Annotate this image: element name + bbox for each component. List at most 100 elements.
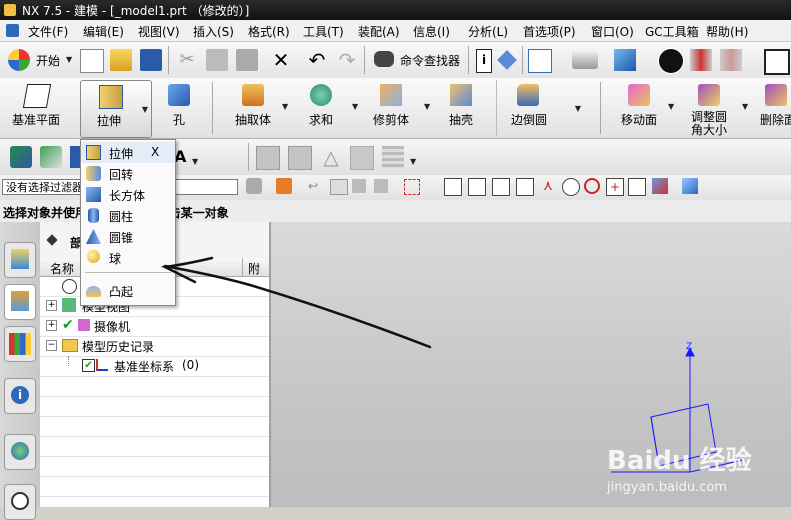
trim-body-dropdown-icon[interactable]: ▼: [424, 102, 430, 111]
snap-line-icon[interactable]: [468, 178, 486, 196]
menu-gc-toolbox[interactable]: GC工具箱: [645, 23, 699, 40]
menu-edit[interactable]: 编辑(E): [83, 23, 124, 40]
sketch-tool-2-icon[interactable]: [40, 146, 62, 168]
part-navigator-tab[interactable]: [4, 284, 36, 320]
sync-pattern-icon[interactable]: [350, 146, 374, 170]
pin-icon[interactable]: [46, 234, 58, 246]
snap-body-icon[interactable]: [682, 178, 698, 194]
menu-app-icon[interactable]: [6, 24, 19, 37]
history-tab[interactable]: [4, 484, 36, 520]
menu-item-emboss[interactable]: 凸起: [81, 280, 175, 301]
expand-plus-icon[interactable]: +: [46, 320, 57, 331]
delete-face-button[interactable]: 删除面: [756, 80, 791, 136]
snap-intersection-icon[interactable]: +: [606, 178, 624, 196]
snap-center-icon[interactable]: [562, 178, 580, 196]
sync-offset-icon[interactable]: [256, 146, 280, 170]
copy-icon[interactable]: [206, 49, 228, 71]
snap-grid-icon[interactable]: [444, 178, 462, 196]
select-tool-6-icon[interactable]: [374, 179, 388, 193]
cut-icon[interactable]: ✂: [176, 49, 198, 71]
col-extra-header[interactable]: 附: [248, 260, 260, 277]
expand-plus-icon[interactable]: +: [46, 300, 57, 311]
sync-layer-icon[interactable]: [382, 146, 404, 168]
select-tool-4-icon[interactable]: [330, 179, 348, 195]
col-name-header[interactable]: 名称: [50, 260, 74, 277]
menu-format[interactable]: 格式(R): [248, 23, 290, 40]
resize-blend-dropdown-icon[interactable]: ▼: [742, 102, 748, 111]
datum-plane-button[interactable]: 基准平面: [4, 80, 68, 136]
save-icon[interactable]: [140, 49, 162, 71]
sync-dropdown-icon[interactable]: ▼: [410, 157, 416, 166]
start-button[interactable]: 开始: [36, 52, 60, 69]
new-file-icon[interactable]: [80, 49, 104, 73]
select-box-icon[interactable]: [404, 179, 420, 195]
hole-button[interactable]: 孔: [156, 80, 202, 136]
fit-view-icon[interactable]: [528, 49, 552, 73]
snap-face-icon[interactable]: [652, 178, 668, 194]
text-tool-dropdown-icon[interactable]: ▼: [192, 157, 198, 166]
menu-view[interactable]: 视图(V): [138, 23, 180, 40]
sketch-tool-1-icon[interactable]: [10, 146, 32, 168]
graphics-window[interactable]: Z Baidu 经验 jingyan.baidu.com: [271, 222, 791, 507]
section-red-icon[interactable]: [690, 49, 712, 71]
extrude-button[interactable]: 拉伸 ▼: [80, 80, 152, 138]
window-icon[interactable]: [764, 49, 790, 75]
menu-information[interactable]: 信息(I): [413, 23, 450, 40]
menu-item-block[interactable]: 长方体: [81, 184, 175, 205]
render-style-icon[interactable]: [572, 51, 598, 69]
collapse-minus-icon[interactable]: −: [46, 340, 57, 351]
extract-body-button[interactable]: 抽取体: [222, 80, 284, 136]
menu-item-revolve[interactable]: 回转: [81, 163, 175, 184]
edit-object-icon[interactable]: [497, 50, 517, 70]
menu-assembly[interactable]: 装配(A): [358, 23, 400, 40]
menu-insert[interactable]: 插入(S): [193, 23, 234, 40]
delete-icon[interactable]: ✕: [270, 49, 292, 71]
start-dropdown-icon[interactable]: ▼: [66, 55, 72, 64]
menu-item-sphere[interactable]: 球: [81, 247, 175, 268]
undo-icon[interactable]: ↶: [306, 49, 328, 71]
paste-icon[interactable]: [236, 49, 258, 71]
edge-blend-button[interactable]: 边倒圆 ▼: [496, 80, 587, 136]
cube-view-icon[interactable]: [614, 49, 636, 71]
menu-preferences[interactable]: 首选项(P): [523, 23, 576, 40]
tree-row-cameras[interactable]: + ✔ 摄像机: [40, 316, 269, 337]
trim-body-button[interactable]: 修剪体: [366, 80, 416, 136]
binoculars-icon[interactable]: [374, 51, 394, 67]
section-grey-icon[interactable]: [720, 49, 742, 71]
snap-point-icon[interactable]: [628, 178, 646, 196]
snap-arc-icon[interactable]: ⋏: [540, 178, 556, 194]
tree-row-model-history[interactable]: − 模型历史记录: [40, 336, 269, 357]
menu-analysis[interactable]: 分析(L): [468, 23, 508, 40]
menu-item-extrude[interactable]: 拉伸 X: [81, 142, 175, 163]
sketch-tool-3-icon[interactable]: [70, 146, 80, 168]
checkbox-checked-icon[interactable]: ✔: [82, 359, 95, 372]
menu-tools[interactable]: 工具(T): [303, 23, 344, 40]
shell-button[interactable]: 抽壳: [438, 80, 484, 136]
snap-midpoint-icon[interactable]: [492, 178, 510, 196]
select-tool-3-icon[interactable]: ↩: [308, 179, 322, 193]
menu-window[interactable]: 窗口(O): [591, 23, 634, 40]
sync-replace-icon[interactable]: [288, 146, 312, 170]
move-face-button[interactable]: 移动面: [612, 80, 666, 136]
tree-row-datum-csys[interactable]: ✔ 基准坐标系 (0): [40, 356, 269, 377]
menu-item-cylinder[interactable]: 圆柱: [81, 205, 175, 226]
menu-file[interactable]: 文件(F): [28, 23, 68, 40]
move-face-dropdown-icon[interactable]: ▼: [668, 102, 674, 111]
menu-item-cone[interactable]: 圆锥: [81, 226, 175, 247]
command-finder-button[interactable]: 命令查找器: [400, 52, 460, 69]
start-icon[interactable]: [8, 49, 30, 71]
open-folder-icon[interactable]: [110, 49, 132, 71]
unite-dropdown-icon[interactable]: ▼: [352, 102, 358, 111]
shade-toggle-icon[interactable]: [658, 48, 684, 74]
sync-triangle-icon[interactable]: △: [320, 146, 342, 168]
menu-help[interactable]: 帮助(H): [706, 23, 748, 40]
snap-quadrant-icon[interactable]: [584, 178, 600, 194]
info-icon[interactable]: i: [476, 49, 492, 73]
snap-tangent-icon[interactable]: [516, 178, 534, 196]
redo-icon[interactable]: ↷: [336, 49, 358, 71]
edge-blend-dropdown-icon[interactable]: ▼: [575, 104, 581, 113]
extrude-dropdown-icon[interactable]: ▼: [142, 105, 148, 114]
assembly-navigator-tab[interactable]: [4, 242, 36, 278]
web-browser-tab[interactable]: [4, 434, 36, 470]
resize-blend-button[interactable]: 调整圆角大小: [680, 80, 738, 137]
